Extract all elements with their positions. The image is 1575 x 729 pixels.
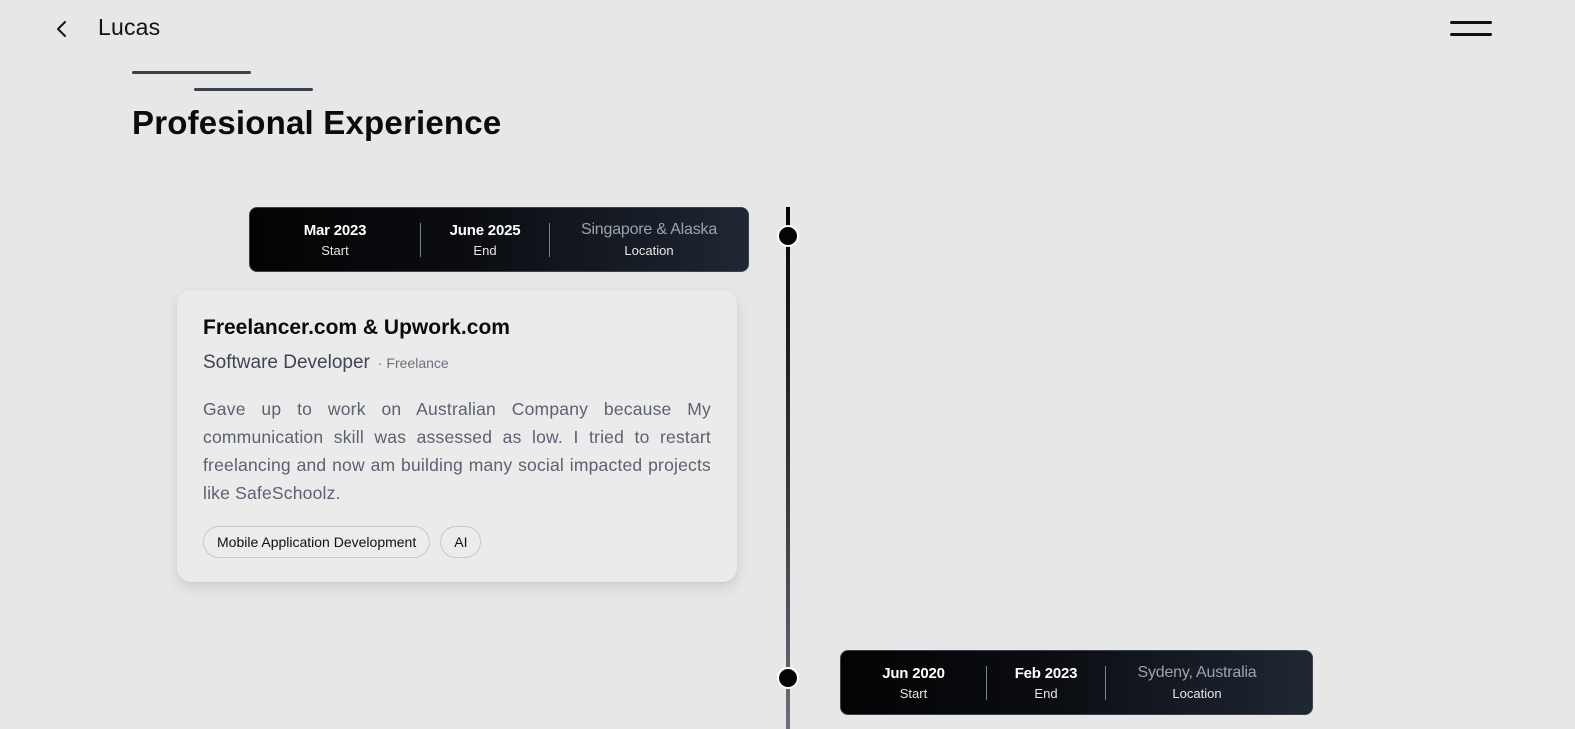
start-date-value: Mar 2023 bbox=[303, 221, 367, 239]
skill-tag: AI bbox=[440, 526, 482, 558]
company-name: Freelancer.com & Upwork.com bbox=[203, 316, 510, 339]
location-caption: Location bbox=[624, 243, 674, 258]
experience-card: Freelancer.com & Upwork.com Software Dev… bbox=[177, 290, 737, 582]
experience-date-bar: Mar 2023 Start June 2025 End Singapore &… bbox=[249, 207, 749, 272]
end-date: June 2025 End bbox=[421, 208, 549, 271]
end-date-caption: End bbox=[1034, 685, 1058, 701]
decorative-line bbox=[132, 71, 251, 74]
chevron-left-icon bbox=[57, 21, 66, 37]
page: Lucas Profesional Experience Mar 2023 St… bbox=[0, 0, 1575, 729]
hamburger-menu-icon bbox=[1450, 33, 1492, 36]
section-title: Profesional Experience bbox=[132, 104, 502, 141]
header-title: Lucas bbox=[98, 14, 161, 40]
location-value: Sydeny, Australia bbox=[1137, 664, 1257, 681]
start-date: Jun 2020 Start bbox=[841, 651, 986, 714]
experience-date-bar: Jun 2020 Start Feb 2023 End Sydeny, Aust… bbox=[840, 650, 1313, 715]
skill-tags: Mobile Application Development AI bbox=[203, 526, 711, 558]
experience-description: Gave up to work on Australian Company be… bbox=[203, 399, 711, 503]
end-date-value: June 2025 bbox=[449, 221, 521, 239]
hamburger-menu-icon bbox=[1450, 21, 1492, 24]
end-date-value: Feb 2023 bbox=[1014, 664, 1078, 682]
timeline-dot bbox=[777, 225, 799, 247]
role-row: Software Developer · Freelance bbox=[203, 352, 711, 374]
start-date-caption: Start bbox=[321, 242, 349, 258]
start-date-value: Jun 2020 bbox=[882, 664, 945, 682]
start-date-caption: Start bbox=[899, 685, 928, 701]
location-value: Singapore & Alaska bbox=[580, 221, 718, 238]
role-title: Software Developer bbox=[203, 352, 370, 373]
menu-button[interactable] bbox=[1450, 20, 1494, 40]
location-caption: Location bbox=[1172, 686, 1222, 701]
end-date: Feb 2023 End bbox=[987, 651, 1105, 714]
location: Singapore & Alaska Location bbox=[550, 208, 748, 271]
back-button[interactable] bbox=[50, 17, 74, 41]
timeline-line bbox=[786, 207, 790, 729]
location: Sydeny, Australia Location bbox=[1106, 651, 1288, 714]
timeline-dot bbox=[777, 667, 799, 689]
skill-tag: Mobile Application Development bbox=[203, 526, 431, 558]
employment-type: · Freelance bbox=[377, 355, 449, 371]
decorative-line bbox=[194, 88, 313, 91]
start-date: Mar 2023 Start bbox=[250, 208, 420, 271]
end-date-caption: End bbox=[473, 242, 497, 258]
